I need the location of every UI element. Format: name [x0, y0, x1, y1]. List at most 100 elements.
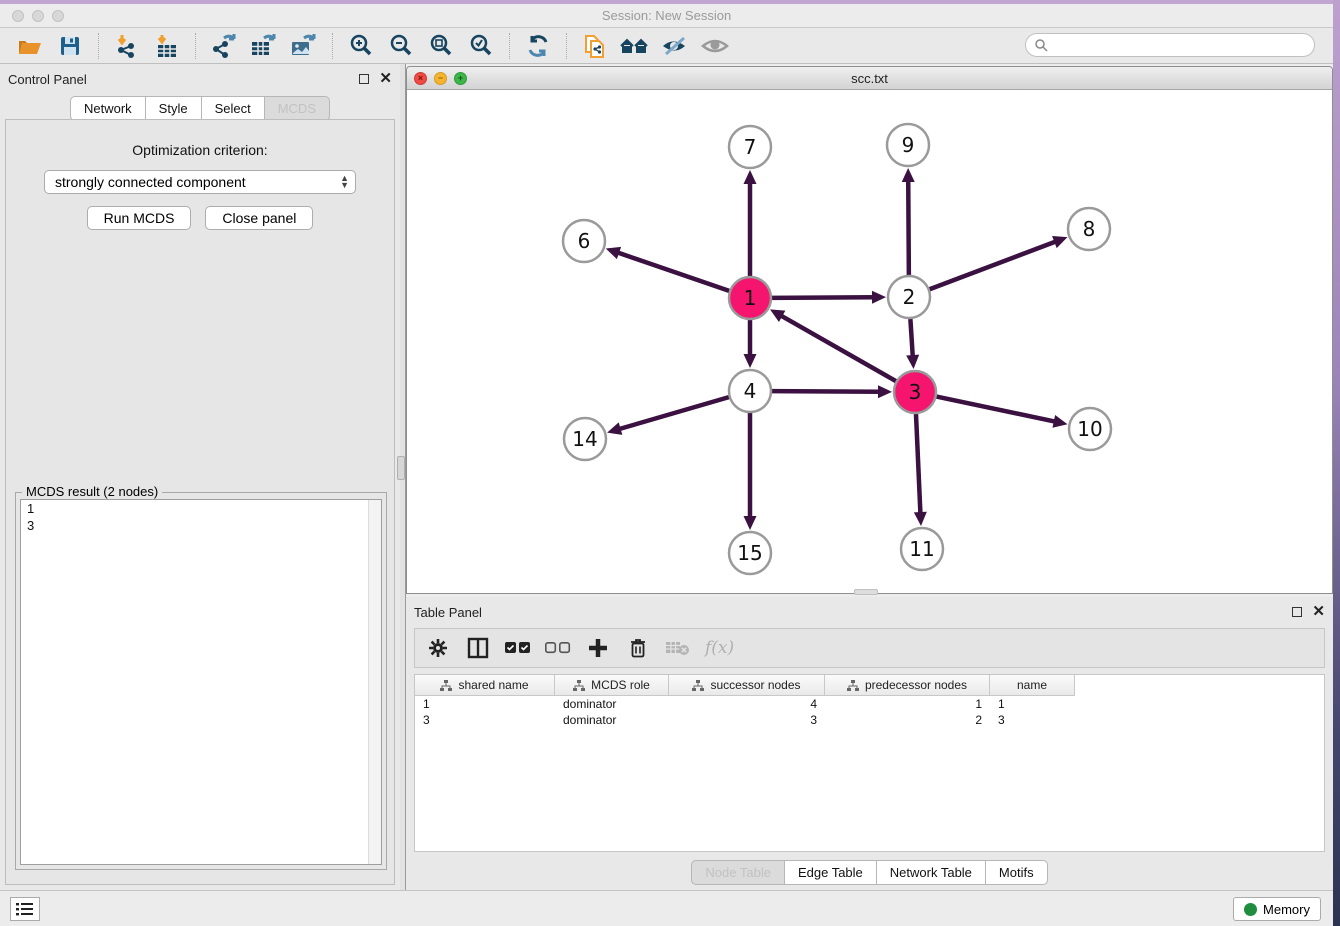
column-header-predecessor-nodes[interactable]: predecessor nodes [825, 675, 990, 696]
import-table-icon[interactable] [150, 32, 184, 60]
edge-arrowhead [744, 354, 757, 368]
toolbar-separator [332, 33, 333, 59]
column-header-successor-nodes[interactable]: successor nodes [669, 675, 825, 696]
cell-shared-name[interactable]: 3 [415, 712, 555, 728]
network-column-icon [692, 680, 704, 691]
edge-3-10[interactable] [937, 397, 1057, 422]
edge-2-3[interactable] [910, 319, 912, 358]
edge-2-8[interactable] [930, 241, 1058, 289]
search-input[interactable] [1053, 38, 1314, 52]
zoom-out-icon[interactable] [384, 32, 418, 60]
tab-mcds[interactable]: MCDS [264, 96, 330, 121]
close-panel-button[interactable]: Close panel [205, 206, 313, 230]
cell-mcds-role[interactable]: dominator [555, 712, 669, 728]
apply-layout-icon[interactable] [521, 32, 555, 60]
mcds-result-item[interactable]: 1 [21, 500, 381, 517]
edge-1-6[interactable] [616, 252, 729, 291]
task-history-button[interactable] [10, 897, 40, 921]
table-row[interactable]: 3 dominator 3 2 3 [415, 712, 1324, 728]
edge-2-9[interactable] [908, 179, 909, 275]
zoom-selected-icon[interactable] [464, 32, 498, 60]
edge-arrowhead [744, 170, 757, 184]
cell-predecessor-nodes[interactable]: 1 [825, 696, 990, 712]
save-session-icon[interactable] [53, 32, 87, 60]
mcds-result-list[interactable]: 1 3 [20, 499, 382, 865]
column-header-mcds-role[interactable]: MCDS role [555, 675, 669, 696]
cell-shared-name[interactable]: 1 [415, 696, 555, 712]
delete-columns-icon[interactable] [625, 635, 651, 661]
import-network-icon[interactable] [110, 32, 144, 60]
edge-arrowhead [906, 355, 919, 369]
first-neighbors-icon[interactable] [618, 32, 652, 60]
close-table-panel-icon[interactable]: ✕ [1312, 607, 1325, 617]
mcds-result-scrollbar[interactable] [368, 500, 381, 864]
network-window-title: scc.txt [407, 71, 1332, 86]
table-options-icon[interactable] [425, 635, 451, 661]
table-panel-title: Table Panel [414, 605, 482, 620]
mcds-result-title: MCDS result (2 nodes) [22, 484, 162, 499]
tab-select[interactable]: Select [201, 96, 265, 121]
tab-style[interactable]: Style [145, 96, 202, 121]
network-column-icon [573, 680, 585, 691]
memory-button[interactable]: Memory [1233, 897, 1321, 921]
function-builder-icon[interactable]: f(x) [705, 638, 734, 658]
edge-arrowhead [1052, 415, 1067, 428]
network-graph[interactable]: 7968124314101511 [407, 90, 1332, 593]
delete-table-icon[interactable] [665, 635, 691, 661]
graph-node-label: 9 [902, 133, 915, 157]
tab-node-table[interactable]: Node Table [691, 860, 785, 885]
show-column-panel-icon[interactable] [465, 635, 491, 661]
run-mcds-button[interactable]: Run MCDS [87, 206, 192, 230]
export-network-icon[interactable] [207, 32, 241, 60]
export-table-icon[interactable] [247, 32, 281, 60]
mcds-result-group: MCDS result (2 nodes) 1 3 [15, 492, 387, 870]
unselect-all-columns-icon[interactable] [545, 635, 571, 661]
tab-network[interactable]: Network [70, 96, 146, 121]
network-canvas[interactable]: 7968124314101511 [407, 90, 1332, 593]
panel-split-grip[interactable] [397, 456, 405, 480]
cell-successor-nodes[interactable]: 4 [669, 696, 825, 712]
column-header-name[interactable]: name [990, 675, 1075, 696]
mcds-result-item[interactable]: 3 [21, 517, 381, 534]
edge-1-2[interactable] [772, 297, 875, 298]
cell-predecessor-nodes[interactable]: 2 [825, 712, 990, 728]
graph-node-label: 15 [737, 541, 762, 565]
show-all-icon[interactable] [698, 32, 732, 60]
open-session-icon[interactable] [13, 32, 47, 60]
duplicate-network-icon[interactable] [578, 32, 612, 60]
tab-network-table[interactable]: Network Table [876, 860, 986, 885]
column-header-shared-name[interactable]: shared name [415, 675, 555, 696]
close-panel-icon[interactable]: ✕ [379, 74, 392, 84]
export-image-icon[interactable] [287, 32, 321, 60]
tab-motifs[interactable]: Motifs [985, 860, 1048, 885]
zoom-fit-icon[interactable] [424, 32, 458, 60]
edge-4-14[interactable] [618, 397, 729, 429]
create-column-icon[interactable] [585, 635, 611, 661]
search-icon [1034, 38, 1048, 52]
float-panel-icon[interactable] [359, 74, 369, 84]
edge-arrowhead [744, 516, 757, 530]
cell-name[interactable]: 3 [990, 712, 1075, 728]
tab-edge-table[interactable]: Edge Table [784, 860, 877, 885]
float-table-panel-icon[interactable] [1292, 607, 1302, 617]
cell-name[interactable]: 1 [990, 696, 1075, 712]
cell-mcds-role[interactable]: dominator [555, 696, 669, 712]
zoom-in-icon[interactable] [344, 32, 378, 60]
search-field[interactable] [1025, 33, 1315, 57]
select-all-columns-icon[interactable] [505, 635, 531, 661]
hide-selected-icon[interactable] [658, 32, 692, 60]
edge-3-1[interactable] [780, 315, 896, 381]
graph-node-label: 7 [744, 135, 757, 159]
cell-successor-nodes[interactable]: 3 [669, 712, 825, 728]
edge-arrowhead [878, 385, 892, 398]
criterion-dropdown-value: strongly connected component [55, 174, 340, 190]
criterion-dropdown[interactable]: strongly connected component ▲▼ [44, 170, 356, 194]
main-toolbar [0, 28, 1333, 64]
table-split-grip[interactable] [854, 589, 878, 595]
table-row[interactable]: 1 dominator 4 1 1 [415, 696, 1324, 712]
desktop-wallpaper-right [1333, 0, 1340, 926]
network-column-icon [440, 680, 452, 691]
graph-node-label: 11 [909, 537, 934, 561]
edge-3-11[interactable] [916, 414, 921, 515]
edge-4-3[interactable] [772, 391, 881, 392]
